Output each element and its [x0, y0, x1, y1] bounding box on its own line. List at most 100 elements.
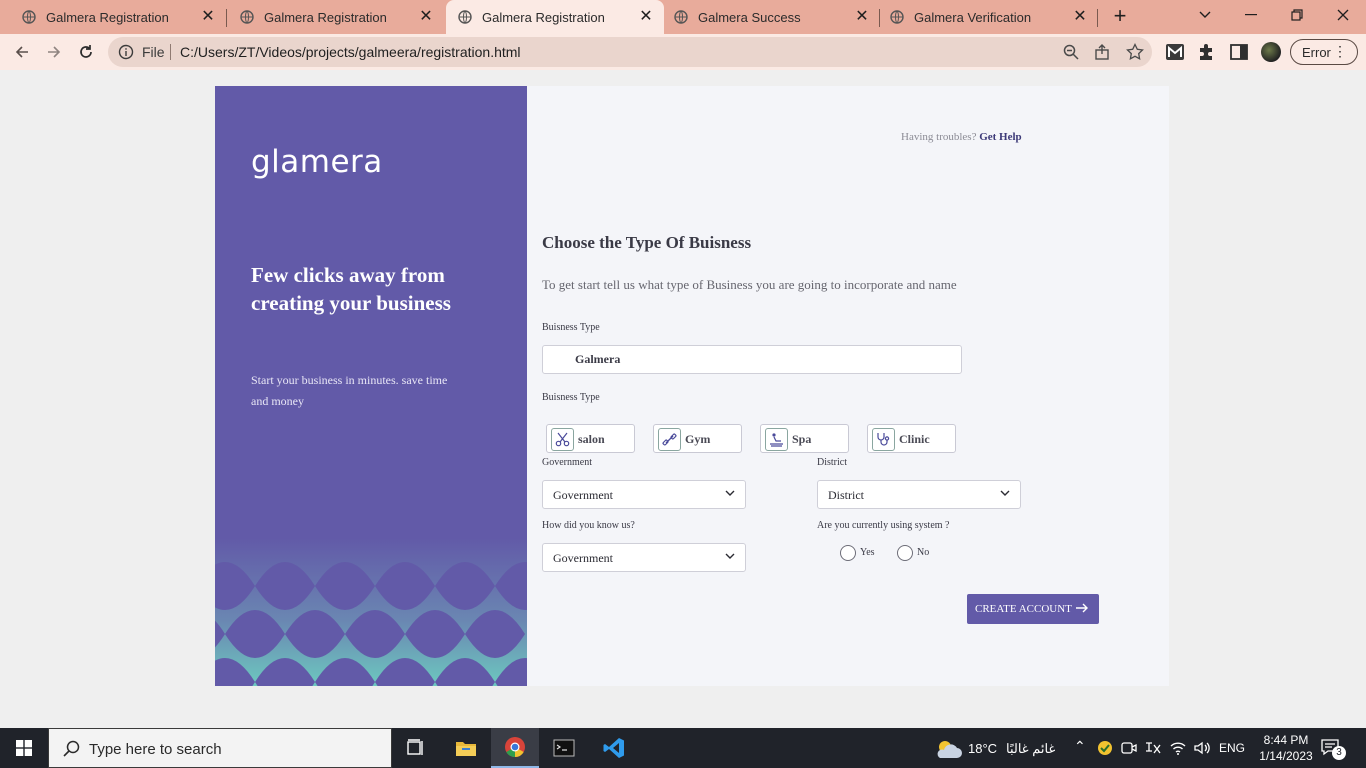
browser-tab-active[interactable]: Galmera Registration ✕ [446, 0, 664, 34]
business-name-input[interactable] [542, 345, 962, 374]
wifi-icon[interactable] [1169, 740, 1187, 756]
clock-date: 1/14/2023 [1259, 749, 1313, 763]
notification-center-button[interactable]: 3 [1320, 738, 1350, 760]
brand-panel: glamera Few clicks away from creating yo… [215, 86, 527, 686]
tab-title: Galmera Registration [482, 9, 605, 25]
search-placeholder: Type here to search [89, 741, 222, 758]
tab-search-button[interactable] [1182, 0, 1228, 30]
form-title: Choose the Type Of Buisness [542, 233, 752, 252]
tab-strip: Galmera Registration ✕ Galmera Registrat… [0, 0, 1366, 34]
back-button[interactable] [10, 40, 34, 64]
browser-tab[interactable]: Galmera Verification ✕ [880, 0, 1098, 34]
business-type-gym[interactable]: Gym [653, 424, 742, 453]
government-value: Government [553, 488, 613, 502]
government-select[interactable]: Government [542, 480, 746, 509]
know-us-select[interactable]: Government [542, 543, 746, 572]
search-icon [63, 740, 80, 757]
close-icon[interactable]: ✕ [1072, 9, 1088, 25]
chip-label: salon [578, 432, 605, 446]
windows-icon [16, 740, 32, 756]
input-method-icon[interactable] [1144, 740, 1162, 756]
vscode-app[interactable] [590, 728, 638, 768]
dumbbell-icon [658, 428, 681, 451]
start-button[interactable] [0, 728, 48, 768]
clock-time: 8:44 PM [1263, 733, 1309, 747]
new-tab-button[interactable]: + [1108, 5, 1132, 29]
address-bar[interactable]: File C:/Users/ZT/Videos/projects/galmeer… [108, 37, 1152, 67]
taskbar: Type here to search 18°C غائم غالبًا ⌃ E… [0, 728, 1366, 768]
language-indicator[interactable]: ENG [1219, 741, 1245, 755]
restore-button[interactable] [1274, 0, 1320, 30]
norton-icon[interactable] [1097, 740, 1113, 756]
avatar[interactable] [1261, 42, 1281, 62]
browser-tab[interactable]: Galmera Registration ✕ [0, 0, 226, 34]
tab-title: Galmera Verification [914, 9, 1032, 25]
yes-label: Yes [860, 547, 875, 558]
chevron-down-icon [1199, 11, 1211, 18]
district-label: District [817, 457, 847, 468]
page-viewport: glamera Few clicks away from creating yo… [0, 70, 1366, 728]
more-icon: ⋮ [1333, 43, 1347, 59]
terminal-icon [553, 739, 575, 757]
business-type-clinic[interactable]: Clinic [867, 424, 956, 453]
file-explorer-app[interactable] [442, 728, 490, 768]
close-icon [1337, 9, 1349, 21]
chrome-app[interactable] [491, 728, 539, 768]
help-text: Having troubles? Get Help [901, 131, 1022, 143]
massage-icon [765, 428, 788, 451]
chevron-down-icon [1000, 490, 1010, 496]
close-icon[interactable]: ✕ [200, 9, 216, 25]
info-icon[interactable] [118, 44, 134, 60]
form-subtitle: To get start tell us what type of Busine… [542, 277, 957, 292]
chevron-up-icon[interactable]: ⌃ [1074, 738, 1086, 755]
browser-tab[interactable]: Galmera Success ✕ [664, 0, 880, 34]
weather-icon [937, 741, 962, 758]
help-prefix: Having troubles? [901, 131, 977, 143]
star-icon[interactable] [1126, 43, 1144, 61]
side-panel-icon[interactable] [1229, 42, 1249, 62]
url-text[interactable]: C:/Users/ZT/Videos/projects/galmeera/reg… [180, 44, 521, 60]
omnibox-divider [170, 44, 171, 60]
reload-button[interactable] [74, 40, 98, 64]
business-name-label: Buisness Type [542, 322, 600, 333]
minimize-button[interactable] [1228, 0, 1274, 30]
taskbar-search[interactable]: Type here to search [48, 728, 392, 768]
globe-icon [240, 10, 254, 24]
reload-icon [80, 45, 92, 58]
window-close-button[interactable] [1320, 0, 1366, 30]
close-icon[interactable]: ✕ [854, 9, 870, 25]
close-icon[interactable]: ✕ [418, 9, 434, 25]
browser-tab[interactable]: Galmera Registration ✕ [218, 0, 444, 34]
share-icon[interactable] [1094, 43, 1112, 61]
extension-m-icon[interactable] [1165, 42, 1185, 62]
forward-button[interactable] [42, 40, 66, 64]
vscode-icon [603, 738, 624, 758]
chrome-icon [505, 737, 525, 758]
zoom-icon[interactable] [1062, 43, 1080, 61]
volume-icon[interactable] [1193, 740, 1211, 756]
arrow-left-icon [15, 46, 28, 58]
close-icon[interactable]: ✕ [638, 9, 654, 25]
chevron-down-icon [725, 490, 735, 496]
yes-radio[interactable] [840, 545, 856, 561]
terminal-app[interactable] [540, 728, 588, 768]
create-account-button[interactable]: CREATE ACCOUNT [967, 594, 1099, 624]
weather-desc[interactable]: غائم غالبًا [1006, 741, 1055, 757]
hero-subtext: Start your business in minutes. save tim… [251, 373, 448, 408]
business-type-salon[interactable]: salon [546, 424, 635, 453]
scheme-label: File [142, 44, 165, 60]
district-select[interactable]: District [817, 480, 1021, 509]
browser-toolbar: File C:/Users/ZT/Videos/projects/galmeer… [0, 34, 1366, 70]
puzzle-icon[interactable] [1197, 42, 1217, 62]
business-type-spa[interactable]: Spa [760, 424, 849, 453]
meet-now-icon[interactable] [1121, 740, 1137, 756]
globe-icon [458, 10, 472, 24]
system-clock[interactable]: 8:44 PM 1/14/2023 [1256, 732, 1316, 764]
task-view-button[interactable] [392, 728, 440, 768]
profile-error-button[interactable]: Error ⋮ [1290, 39, 1358, 65]
no-radio[interactable] [897, 545, 913, 561]
business-type-label: Buisness Type [542, 392, 600, 403]
government-label: Government [542, 457, 592, 468]
get-help-link[interactable]: Get Help [979, 131, 1021, 143]
weather-temp[interactable]: 18°C [968, 741, 997, 756]
